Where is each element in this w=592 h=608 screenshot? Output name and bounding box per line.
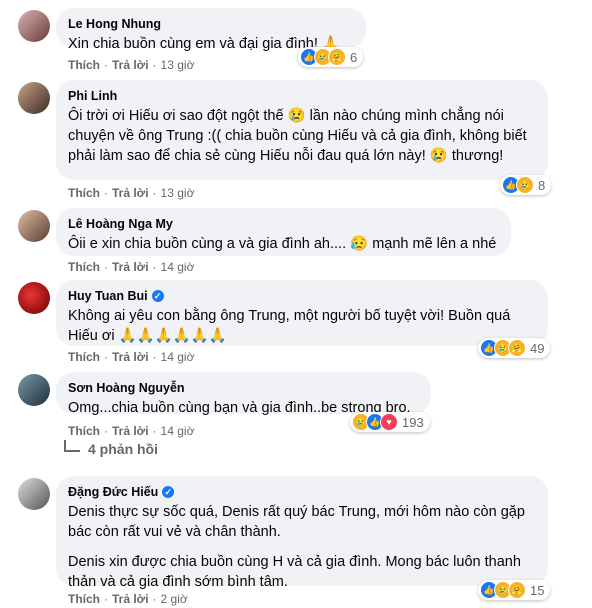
timestamp[interactable]: 2 giờ: [161, 592, 188, 606]
comment-text: Không ai yêu con bằng ông Trung, một ngư…: [68, 308, 511, 344]
comment-actions: Thích · Trả lời · 2 giờ: [68, 592, 188, 606]
reply-link[interactable]: Trả lời: [112, 350, 149, 364]
comment-text: Ôi trời ơi Hiếu ơi sao đột ngột thế 😢 lầ…: [68, 108, 527, 164]
comment-actions: Thích · Trả lời · 14 giờ: [68, 350, 195, 364]
reply-link[interactable]: Trả lời: [112, 186, 149, 200]
timestamp[interactable]: 14 giờ: [161, 350, 195, 364]
reaction-count: 8: [538, 177, 546, 193]
reaction-summary[interactable]: 👍 😢 8: [500, 175, 552, 195]
comment-bubble: Sơn Hoàng Nguyễn Omg...chia buồn cùng bạ…: [56, 372, 431, 416]
sad-reaction-icon: 😢: [516, 176, 534, 194]
avatar[interactable]: [18, 282, 50, 314]
comment-text: Ôii e xin chia buồn cùng a và gia đình a…: [68, 236, 497, 252]
care-reaction-icon: 🤗: [508, 339, 526, 357]
reaction-count: 15: [530, 582, 545, 598]
reaction-summary[interactable]: 😢 👍 ♥ 193: [350, 412, 430, 432]
comment-bubble: Đặng Đức Hiếu ✓ Denis thực sự sốc quá, De…: [56, 476, 548, 590]
verified-badge-icon: ✓: [162, 486, 175, 498]
comment-actions: Thích · Trả lời · 13 giờ: [68, 186, 195, 200]
comment-bubble: Lê Hoàng Nga My Ôii e xin chia buồn cùng…: [56, 208, 511, 256]
view-replies-link[interactable]: 4 phản hồi: [64, 440, 158, 457]
comment-author[interactable]: Sơn Hoàng Nguyễn: [68, 380, 419, 396]
care-reaction-icon: 🤗: [328, 48, 346, 66]
avatar[interactable]: [18, 82, 50, 114]
reaction-summary[interactable]: 👍 😢 🤗 15: [478, 580, 551, 600]
reaction-count: 49: [530, 340, 545, 356]
reaction-summary[interactable]: 👍 😢 🤗 6: [298, 47, 364, 67]
comment-author[interactable]: Phi Linh: [68, 88, 536, 104]
reply-arrow-icon: [64, 440, 80, 452]
avatar[interactable]: [18, 10, 50, 42]
comment-author[interactable]: Le Hong Nhung: [68, 16, 354, 32]
timestamp[interactable]: 13 giờ: [161, 58, 195, 72]
reaction-summary[interactable]: 👍 😢 🤗 49: [478, 338, 551, 358]
reply-link[interactable]: Trả lời: [112, 424, 149, 438]
timestamp[interactable]: 14 giờ: [161, 424, 195, 438]
heart-reaction-icon: ♥: [380, 413, 398, 431]
reply-link[interactable]: Trả lời: [112, 58, 149, 72]
like-link[interactable]: Thích: [68, 260, 100, 274]
like-link[interactable]: Thích: [68, 424, 100, 438]
avatar[interactable]: [18, 210, 50, 242]
avatar[interactable]: [18, 374, 50, 406]
comment-actions: Thích · Trả lời · 14 giờ: [68, 424, 195, 438]
comment-bubble: Huy Tuan Bui ✓ Không ai yêu con bằng ông …: [56, 280, 548, 346]
comment-bubble: Le Hong Nhung Xin chia buồn cùng em và đ…: [56, 8, 366, 52]
timestamp[interactable]: 14 giờ: [161, 260, 195, 274]
reaction-count: 193: [402, 414, 424, 430]
like-link[interactable]: Thích: [68, 186, 100, 200]
like-link[interactable]: Thích: [68, 58, 100, 72]
verified-badge-icon: ✓: [151, 290, 164, 302]
comment-bubble: Phi Linh Ôi trời ơi Hiếu ơi sao đột ngột…: [56, 80, 548, 180]
comment-author[interactable]: Lê Hoàng Nga My: [68, 216, 499, 232]
reaction-count: 6: [350, 49, 358, 65]
comment-author[interactable]: Huy Tuan Bui ✓: [68, 288, 536, 304]
timestamp[interactable]: 13 giờ: [161, 186, 195, 200]
avatar[interactable]: [18, 478, 50, 510]
care-reaction-icon: 🤗: [508, 581, 526, 599]
like-link[interactable]: Thích: [68, 350, 100, 364]
reply-link[interactable]: Trả lời: [112, 260, 149, 274]
reply-link[interactable]: Trả lời: [112, 592, 149, 606]
comment-text: Denis thực sự sốc quá, Denis rất quý bác…: [68, 504, 525, 590]
like-link[interactable]: Thích: [68, 592, 100, 606]
comment-actions: Thích · Trả lời · 13 giờ: [68, 58, 195, 72]
comment-author[interactable]: Đặng Đức Hiếu ✓: [68, 484, 536, 500]
comment-actions: Thích · Trả lời · 14 giờ: [68, 260, 195, 274]
